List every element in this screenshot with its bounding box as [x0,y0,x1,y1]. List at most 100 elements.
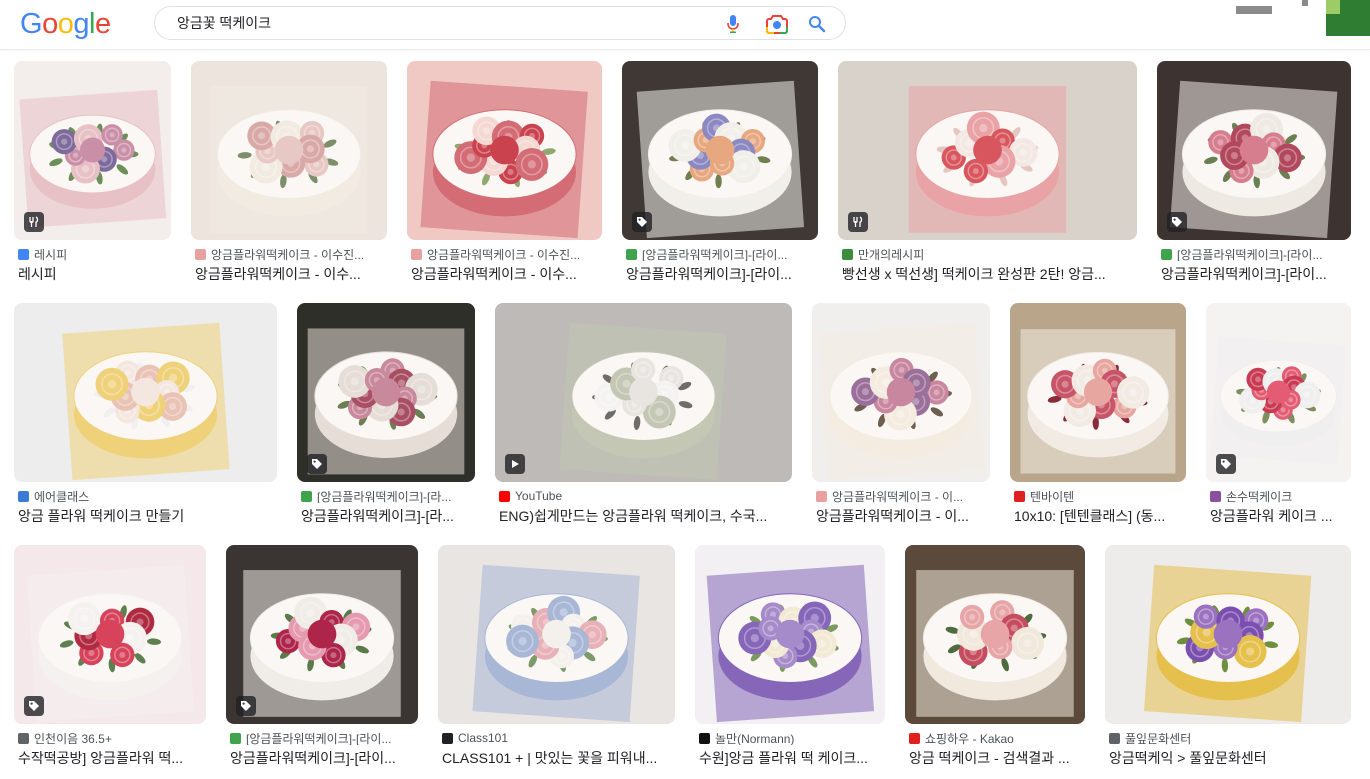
result-title[interactable]: 앙금플라워떡케이크]-[라이... [626,264,816,282]
tag-icon [241,701,251,711]
result-title[interactable]: 레시피 [18,264,169,282]
result-source[interactable]: Class101 [442,731,673,745]
result-thumbnail[interactable] [1010,303,1186,482]
result-title[interactable]: CLASS101 + | 맛있는 꽃을 피워내... [442,748,673,766]
search-input[interactable] [177,7,697,39]
result-title[interactable]: 빵선생 x 떡선생] 떡케이크 완성판 2탄! 앙금... [842,264,1135,282]
search-icon [809,16,826,33]
result-thumbnail[interactable] [14,61,171,240]
logo-letter: g [73,8,89,40]
image-result[interactable]: 인천이음 36.5+ 수작떡공방] 앙금플라워 떡... [14,545,206,770]
result-source[interactable]: 앙금플라워떡케이크 - 이... [816,489,988,503]
image-result[interactable]: 손수떡케이크앙금플라워 케이크 ... [1206,303,1351,528]
result-thumbnail[interactable] [1157,61,1351,240]
image-result[interactable]: [앙금플라워떡케이크]-[라이... 앙금플라워떡케이크]-[라이... [1157,61,1351,286]
result-source[interactable]: 풀잎문화센터 [1109,731,1349,745]
search-button[interactable] [805,12,829,36]
image-search-button[interactable] [765,12,789,36]
cake-image [438,545,675,724]
image-result[interactable]: 레시피 레시피 [14,61,171,286]
source-name: [앙금플라워떡케이크]-[라이... [246,731,392,746]
result-source[interactable]: 에어클래스 [18,489,275,503]
result-thumbnail[interactable] [14,303,277,482]
result-thumbnail[interactable] [407,61,602,240]
result-source[interactable]: 앙금플라워떡케이크 - 이수진... [411,247,600,261]
result-thumbnail[interactable] [14,545,206,724]
image-result[interactable]: 앙금플라워떡케이크 - 이수진... 앙금플라워떡케이크 - 이수... [407,61,602,286]
source-name: 손수떡케이크 [1226,489,1293,504]
source-name: [앙금플라워떡케이크]-[라이... [642,247,788,262]
image-result[interactable]: YouTube ENG)쉽게만드는 앙금플라워 떡케이크, 수국... [495,303,792,528]
favicon-icon [499,490,510,502]
image-result[interactable]: 만개의레시피빵선생 x 떡선생] 떡케이크 완성판 2탄! 앙금... [838,61,1137,286]
voice-search-button[interactable] [721,12,745,36]
image-result[interactable]: [앙금플라워떡케이크]-[라이... 앙금플라워떡케이크]-[라이... [226,545,418,770]
result-title[interactable]: 앙금 떡케이크 - 검색결과 ... [909,748,1083,766]
result-source[interactable]: 레시피 [18,247,169,261]
result-thumbnail[interactable] [838,61,1137,240]
logo-letter: e [94,8,111,40]
google-logo[interactable]: Google [20,8,111,41]
logo-letter: o [42,8,58,40]
image-result[interactable]: 앙금플라워떡케이크 - 이... 앙금플라워떡케이크 - 이... [812,303,990,528]
result-thumbnail[interactable] [438,545,675,724]
image-result[interactable]: Class101 CLASS101 + | 맛있는 꽃을 피워내... [438,545,675,770]
result-source[interactable]: [앙금플라워떡케이크]-[라... [301,489,473,503]
image-result[interactable]: 놀만(Normann) 수원]앙금 플라워 떡 케이크... [695,545,885,770]
result-source[interactable]: YouTube [499,489,790,503]
image-result[interactable]: 쇼핑하우 - Kakao 앙금 떡케이크 - 검색결과 ... [905,545,1085,770]
result-source[interactable]: 손수떡케이크 [1210,489,1349,503]
image-result[interactable]: [앙금플라워떡케이크]-[라... 앙금플라워떡케이크]-[라... [297,303,475,528]
result-type-badge [505,454,525,474]
result-source[interactable]: 앙금플라워떡케이크 - 이수진... [195,247,385,261]
result-type-badge [1167,212,1187,232]
result-source[interactable]: [앙금플라워떡케이크]-[라이... [230,731,416,745]
result-title[interactable]: ENG)쉽게만드는 앙금플라워 떡케이크, 수국... [499,506,790,524]
result-title[interactable]: 앙금플라워 케이크 ... [1210,506,1349,524]
microphone-icon [727,15,739,33]
result-source[interactable]: 놀만(Normann) [699,731,883,745]
result-thumbnail[interactable] [905,545,1085,724]
result-title[interactable]: 앙금플라워떡케이크 - 이수... [411,264,600,282]
result-title[interactable]: 앙금플라워떡케이크 - 이수... [195,264,385,282]
result-title[interactable]: 10x10: [텐텐클래스] (동... [1014,506,1184,524]
result-thumbnail[interactable] [812,303,990,482]
result-thumbnail[interactable] [226,545,418,724]
result-thumbnail[interactable] [297,303,475,482]
favicon-icon [816,490,827,502]
result-source[interactable]: [앙금플라워떡케이크]-[라이... [626,247,816,261]
result-title[interactable]: 앙금플라워떡케이크]-[라... [301,506,473,524]
source-name: 앙금플라워떡케이크 - 이... [832,489,964,504]
result-title[interactable]: 앙금플라워떡케이크]-[라이... [1161,264,1349,282]
favicon-icon [442,732,453,744]
result-type-badge [848,212,868,232]
image-result[interactable]: 에어클래스앙금 플라워 떡케이크 만들기 [14,303,277,528]
image-result[interactable]: 풀잎문화센터앙금떡케익 > 풀잎문화센터 [1105,545,1351,770]
result-thumbnail[interactable] [495,303,792,482]
result-source[interactable]: [앙금플라워떡케이크]-[라이... [1161,247,1349,261]
pixel-block [1302,0,1308,6]
result-title[interactable]: 앙금플라워떡케이크]-[라이... [230,748,416,766]
image-result[interactable]: 앙금플라워떡케이크 - 이수진... 앙금플라워떡케이크 - 이수... [191,61,387,286]
result-thumbnail[interactable] [1206,303,1351,482]
result-title[interactable]: 앙금떡케익 > 풀잎문화센터 [1109,748,1349,766]
result-title[interactable]: 앙금플라워떡케이크 - 이... [816,506,988,524]
result-thumbnail[interactable] [191,61,387,240]
result-source[interactable]: 인천이음 36.5+ [18,731,204,745]
cake-image [905,545,1085,724]
result-title[interactable]: 앙금 플라워 떡케이크 만들기 [18,506,275,524]
image-result[interactable]: 텐바이텐 10x10: [텐텐클래스] (동... [1010,303,1186,528]
result-title[interactable]: 수작떡공방] 앙금플라워 떡... [18,748,204,766]
favicon-icon [1210,490,1221,502]
result-title[interactable]: 수원]앙금 플라워 떡 케이크... [699,748,883,766]
result-thumbnail[interactable] [1105,545,1351,724]
result-thumbnail[interactable] [622,61,818,240]
logo-letter: o [57,8,74,40]
result-source[interactable]: 텐바이텐 [1014,489,1184,503]
top-bar: Google [0,0,1370,50]
result-source[interactable]: 쇼핑하우 - Kakao [909,731,1083,745]
result-thumbnail[interactable] [695,545,885,724]
result-source[interactable]: 만개의레시피 [842,247,1135,261]
image-result[interactable]: [앙금플라워떡케이크]-[라이... 앙금플라워떡케이크]-[라이... [622,61,818,286]
favicon-icon [1109,732,1120,744]
